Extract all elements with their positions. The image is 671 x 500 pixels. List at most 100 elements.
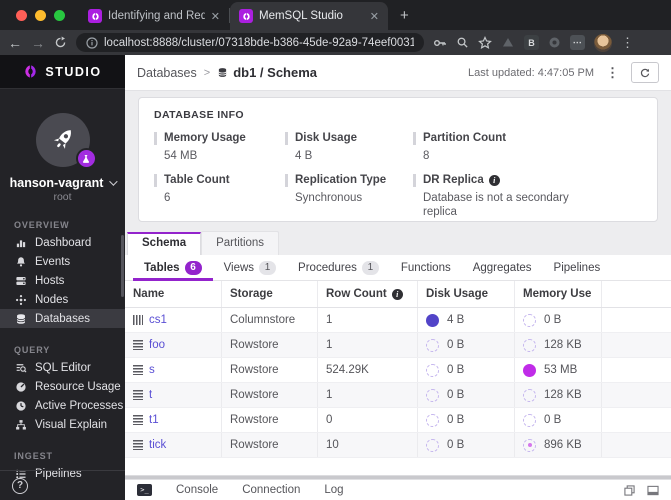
browser-tab-active[interactable]: MemSQL Studio ✕: [230, 2, 388, 30]
tab-views[interactable]: Views 1: [213, 255, 287, 281]
dashboard-icon: [14, 237, 27, 249]
memory-usage-indicator: [523, 438, 536, 452]
tab-title: MemSQL Studio: [259, 10, 343, 22]
schema-partitions-tabs: Schema Partitions: [125, 230, 671, 255]
info-field-table-count: Table Count 6: [154, 174, 285, 219]
info-field-dr-replica: DR Replica i Database is not a secondary …: [413, 174, 642, 219]
sidebar-item-sql-editor[interactable]: SQL Editor: [0, 358, 125, 377]
username: hanson-vagrant: [9, 176, 104, 190]
refresh-button[interactable]: [631, 62, 659, 83]
sidebar-scrollbar[interactable]: [121, 235, 124, 297]
memory-use-cell: 0 B: [515, 308, 602, 332]
tab-functions[interactable]: Functions: [390, 255, 462, 281]
page-menu-icon[interactable]: ⋮: [606, 65, 619, 81]
extension-b-icon[interactable]: B: [524, 35, 539, 50]
memory-usage-indicator: [523, 413, 536, 427]
memory-use-cell: 128 KB: [515, 333, 602, 357]
tab-partitions[interactable]: Partitions: [201, 231, 280, 255]
sidebar-item-databases[interactable]: Databases: [0, 309, 125, 328]
browser-menu-icon[interactable]: ⋮: [621, 35, 634, 51]
reload-icon[interactable]: [54, 36, 67, 49]
forward-icon[interactable]: →: [31, 36, 45, 50]
info-field-replication-type: Replication Type Synchronous: [285, 174, 413, 219]
close-window-button[interactable]: [16, 9, 27, 21]
spacer-cell: [602, 383, 671, 407]
sidebar-item-dashboard[interactable]: Dashboard: [0, 233, 125, 252]
table-name-link[interactable]: cs1: [149, 314, 167, 326]
avatar[interactable]: [35, 113, 97, 169]
spacer-cell: [602, 433, 671, 457]
tab-close-icon[interactable]: ✕: [211, 10, 220, 23]
zoom-icon[interactable]: [456, 36, 469, 49]
table-name-link[interactable]: s: [149, 364, 155, 376]
table-row: t1 Rowstore 0 0 B0 B: [125, 408, 671, 433]
tab-schema[interactable]: Schema: [127, 232, 202, 255]
column-header-disk-usage: Disk Usage: [418, 281, 515, 307]
url-text[interactable]: localhost:8888/cluster/07318bde-b386-45d…: [104, 37, 414, 49]
connection-tab[interactable]: Connection: [242, 484, 300, 496]
console-tab[interactable]: Console: [176, 484, 218, 496]
nodes-icon: [14, 294, 27, 306]
tab-aggregates[interactable]: Aggregates: [462, 255, 543, 281]
table-name-link[interactable]: foo: [149, 339, 165, 351]
browser-profile-avatar[interactable]: [594, 33, 612, 52]
sidebar-item-active-processes[interactable]: Active Processes: [0, 396, 125, 415]
expand-panel-icon[interactable]: [624, 484, 635, 496]
window-controls[interactable]: [0, 0, 79, 30]
extension-circle-icon[interactable]: [548, 36, 561, 49]
chevron-down-icon[interactable]: [109, 177, 119, 186]
breadcrumb-databases[interactable]: Databases: [137, 66, 197, 80]
columnstore-icon: [133, 315, 143, 325]
tab-close-icon[interactable]: ✕: [370, 10, 379, 23]
table-name-link[interactable]: t1: [149, 414, 159, 426]
extension-drive-icon[interactable]: [501, 36, 515, 50]
minimize-window-button[interactable]: [35, 9, 46, 21]
bookmark-star-icon[interactable]: [478, 35, 492, 50]
disk-usage-cell: 0 B: [418, 358, 515, 382]
tab-procedures[interactable]: Procedures 1: [287, 255, 390, 281]
help-button[interactable]: ?: [12, 477, 28, 494]
sidebar-item-events[interactable]: Events: [0, 252, 125, 271]
key-icon[interactable]: [433, 36, 447, 50]
minimize-panel-icon[interactable]: [647, 485, 659, 496]
log-tab[interactable]: Log: [324, 484, 343, 496]
sidebar-item-resource-usage[interactable]: Resource Usage: [0, 377, 125, 396]
row-count-cell: 0: [318, 408, 418, 432]
table-name-link[interactable]: tick: [149, 439, 166, 451]
rowstore-icon: [133, 365, 143, 375]
table-body: cs1 Columnstore 1 4 B0 Bfoo Rowstore 1 0 B 128 …: [125, 308, 671, 458]
storage-cell: Rowstore: [222, 408, 318, 432]
disk-usage-indicator: [426, 438, 439, 452]
table-row: cs1 Columnstore 1 4 B0 B: [125, 308, 671, 333]
storage-cell: Columnstore: [222, 308, 318, 332]
sidebar-item-nodes[interactable]: Nodes: [0, 290, 125, 309]
tab-pipelines[interactable]: Pipelines: [543, 255, 612, 281]
name-cell: s: [125, 358, 222, 382]
breadcrumb-separator: >: [203, 66, 211, 79]
table-row: tick Rowstore 10 0 B 896 KB: [125, 433, 671, 458]
new-tab-button[interactable]: +: [388, 0, 421, 30]
site-info-icon[interactable]: [86, 36, 98, 49]
browser-tab-inactive[interactable]: Identifying and Reducing Mem ✕: [79, 2, 229, 30]
disk-usage-indicator: [426, 313, 439, 327]
fullscreen-window-button[interactable]: [54, 9, 65, 21]
browser-tab-strip: Identifying and Reducing Mem ✕ MemSQL St…: [0, 0, 671, 30]
sql-editor-icon: [14, 362, 27, 374]
disk-usage-cell: 0 B: [418, 433, 515, 457]
sidebar-item-visual-explain[interactable]: Visual Explain: [0, 415, 125, 434]
bell-icon: [14, 256, 27, 268]
url-bar[interactable]: localhost:8888/cluster/07318bde-b386-45d…: [76, 33, 424, 52]
back-icon[interactable]: ←: [8, 36, 22, 50]
server-icon: [14, 275, 27, 287]
table-name-link[interactable]: t: [149, 389, 152, 401]
disk-usage-indicator: [426, 413, 439, 427]
spacer-cell: [602, 333, 671, 357]
page-title: db1 / Schema: [233, 65, 318, 80]
user-profile: hanson-vagrant root: [0, 89, 125, 203]
tree-icon: [14, 419, 27, 431]
extension-dots-icon[interactable]: ⋯: [570, 35, 585, 50]
memory-usage-indicator: [523, 338, 536, 352]
studio-logo-text: STUDIO: [45, 64, 102, 79]
tab-tables[interactable]: Tables 6: [133, 255, 213, 281]
sidebar-item-hosts[interactable]: Hosts: [0, 271, 125, 290]
